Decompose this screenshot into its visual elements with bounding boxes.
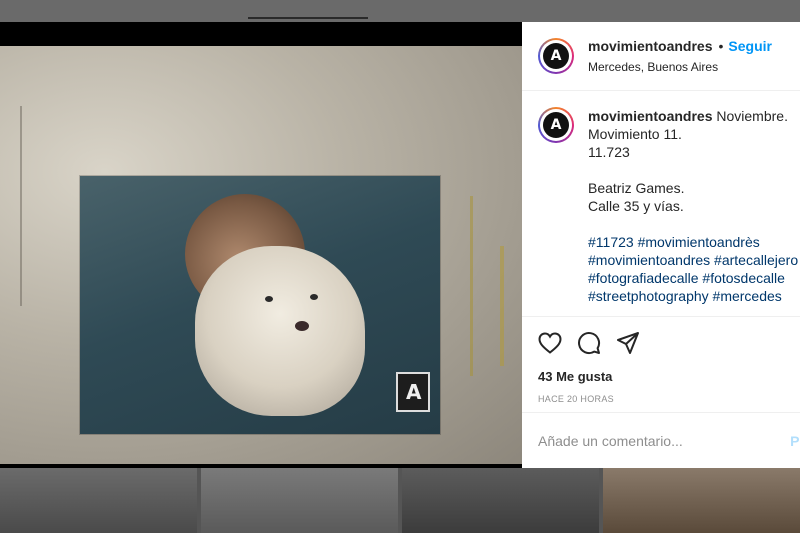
grid-thumbnail [201,468,398,533]
grid-thumbnail [0,468,197,533]
comment-bubble-icon[interactable] [577,331,601,355]
hashtag-line[interactable]: #streetphotography #mercedes [588,287,798,305]
hashtag-line[interactable]: #movimientoandres #artecallejero [588,251,798,269]
dog-nose [295,321,309,331]
wall-texture [470,196,473,376]
wall-texture [20,106,22,306]
grid-thumbnail [402,468,599,533]
comment-input[interactable] [538,432,768,449]
caption-line: Movimiento 11. [588,126,682,142]
post-photo [0,46,522,464]
caption-line: 11.723 [588,144,630,160]
separator-dot: • [718,38,724,54]
avatar[interactable]: A [538,38,574,74]
location-link[interactable]: Mercedes, Buenos Aires [588,60,772,74]
caption-username[interactable]: movimientoandres [588,108,712,124]
divider [248,17,368,19]
post-side-panel: A movimientoandres • Seguir Mercedes, Bu… [522,22,800,468]
action-bar [522,317,800,369]
likes-count[interactable]: 43 Me gusta [522,369,800,384]
avatar[interactable]: A [538,107,574,143]
wall-texture [500,246,504,366]
dog-eye [265,296,273,302]
brand-logo: A [543,43,569,69]
post-caption: movimientoandres Noviembre. Movimiento 1… [588,107,798,316]
grid-thumbnail [603,468,800,533]
street-poster [80,176,440,434]
comments-area[interactable]: A movimientoandres Noviembre. Movimiento… [522,91,800,317]
post-comment-button[interactable]: Pu [790,433,800,449]
post-media[interactable] [0,22,522,468]
caption-line: Calle 35 y vías. [588,198,684,214]
paper-plane-icon[interactable] [616,331,640,355]
comment-form: Pu [522,412,800,468]
caption-line: Noviembre. [716,108,788,124]
background-grid [0,468,800,533]
hashtag-line[interactable]: #11723 #movimientoandrès [588,233,798,251]
caption-line: Beatriz Games. [588,180,685,196]
poster-dog [195,246,365,416]
dog-eye [310,294,318,300]
background-page-top [0,0,800,22]
heart-icon[interactable] [538,332,562,354]
username-link[interactable]: movimientoandres [588,38,712,54]
brand-logo: A [543,112,569,138]
post-header: A movimientoandres • Seguir Mercedes, Bu… [522,22,800,91]
follow-button[interactable]: Seguir [728,38,772,54]
artist-stamp [396,372,430,412]
hashtag-line[interactable]: #fotografiadecalle #fotosdecalle [588,269,798,287]
post-timestamp: HACE 20 HORAS [538,394,614,404]
